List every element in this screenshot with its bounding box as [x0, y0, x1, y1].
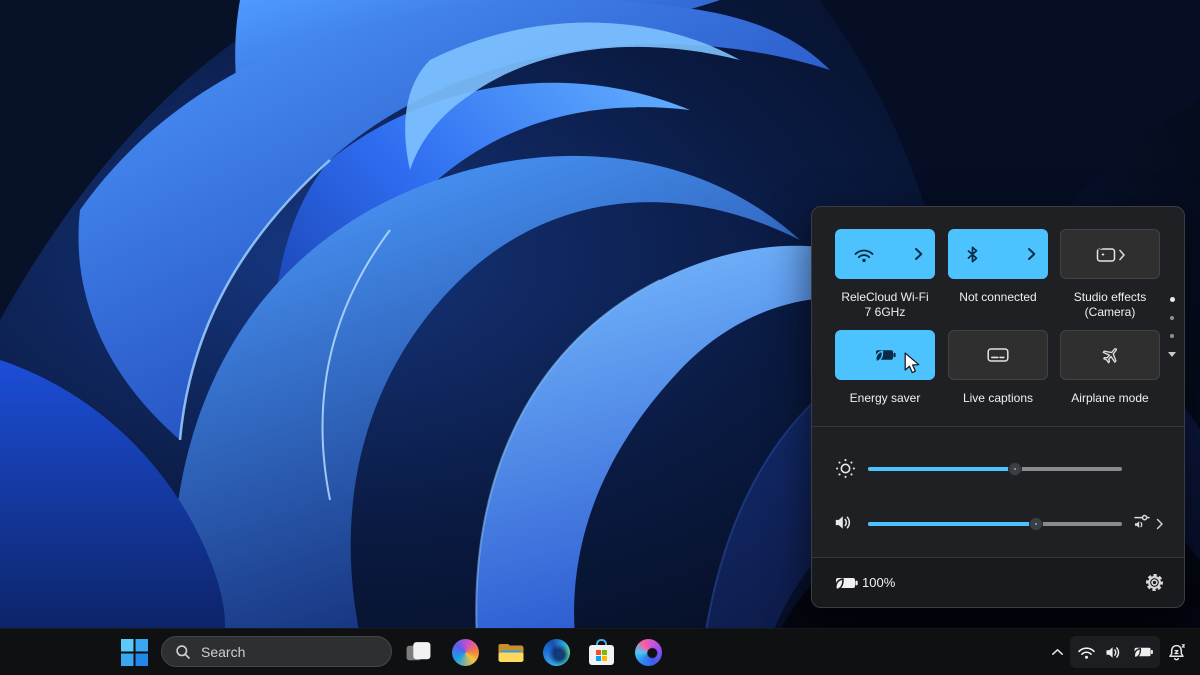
edge-button[interactable] — [542, 638, 571, 667]
page-indicator-down-arrow[interactable] — [1168, 352, 1176, 357]
quick-settings-panel: ReleCloud Wi-Fi 7 6GHz Not connected Stu… — [811, 206, 1185, 608]
studio-effects-tile[interactable] — [1060, 229, 1160, 279]
bluetooth-tile[interactable] — [948, 229, 1048, 279]
wifi-expand-chevron[interactable] — [914, 247, 923, 261]
notification-bell-button[interactable] — [1163, 640, 1189, 664]
microsoft-365-icon — [635, 639, 662, 666]
ms-logo-green — [601, 650, 607, 655]
taskbar: Search — [0, 628, 1200, 675]
bluetooth-tile-label: Not connected — [959, 290, 1037, 304]
ms-logo-yellow — [601, 655, 607, 661]
panel-divider — [812, 426, 1184, 427]
task-view-icon — [406, 642, 431, 661]
brightness-slider[interactable] — [868, 463, 1122, 475]
desktop: ReleCloud Wi-Fi 7 6GHz Not connected Stu… — [0, 0, 1200, 675]
battery-percent: 100% — [862, 575, 896, 590]
volume-icon[interactable] — [834, 514, 854, 531]
bluetooth-icon — [967, 246, 978, 262]
volume-slider-fill — [868, 522, 1036, 526]
airplane-mode-icon — [1102, 347, 1117, 363]
copilot-button[interactable] — [451, 638, 480, 667]
live-captions-icon — [987, 348, 1009, 362]
start-icon — [121, 639, 148, 666]
live-captions-tile-label: Live captions — [962, 391, 1034, 405]
search-label: Search — [201, 643, 246, 660]
sound-output-chevron[interactable] — [1155, 517, 1164, 530]
page-dot[interactable] — [1170, 316, 1174, 320]
ms-logo-blue — [596, 655, 601, 661]
start-button[interactable] — [120, 638, 149, 667]
file-explorer-button[interactable] — [496, 639, 525, 666]
tray-volume-icon — [1106, 646, 1119, 658]
settings-gear-icon[interactable] — [1145, 573, 1164, 592]
airplane-mode-tile-label: Airplane mode — [1071, 391, 1149, 405]
volume-slider-thumb[interactable] — [1029, 518, 1042, 530]
brightness-icon — [835, 458, 856, 479]
edge-icon — [543, 639, 570, 666]
tray-wifi-icon — [1077, 646, 1095, 659]
microsoft-365-button[interactable] — [634, 638, 663, 667]
brightness-slider-fill — [868, 467, 1016, 471]
copilot-icon — [452, 639, 479, 666]
task-view-button[interactable] — [404, 638, 433, 667]
studio-effects-icon — [1095, 244, 1125, 262]
search-icon — [176, 644, 190, 659]
wifi-tile-label: ReleCloud Wi-Fi 7 6GHz — [841, 290, 929, 319]
microsoft-store-button[interactable] — [587, 637, 616, 667]
volume-slider[interactable] — [868, 518, 1122, 530]
energy-saver-tile-label: Energy saver — [849, 391, 921, 405]
live-captions-tile[interactable] — [948, 330, 1048, 380]
ms-logo-red — [596, 650, 601, 655]
sound-output-icon[interactable] — [1133, 513, 1153, 531]
wifi-tile[interactable] — [835, 229, 935, 279]
dnd-bell-icon — [1168, 643, 1185, 660]
bluetooth-expand-chevron[interactable] — [1027, 247, 1036, 261]
brightness-slider-thumb[interactable] — [1009, 463, 1022, 475]
page-indicator — [1165, 297, 1179, 357]
microsoft-store-icon — [588, 638, 615, 666]
airplane-mode-tile[interactable] — [1060, 330, 1160, 380]
quick-settings-tray-button[interactable] — [1070, 636, 1160, 668]
page-dot[interactable] — [1170, 334, 1174, 338]
studio-effects-tile-label: Studio effects (Camera) — [1073, 290, 1147, 319]
battery-energy-saver-icon — [833, 575, 859, 591]
energy-saver-icon — [875, 350, 896, 363]
search-box[interactable]: Search — [161, 636, 392, 667]
hidden-icons-chevron — [1051, 649, 1063, 655]
hidden-icons-button[interactable] — [1046, 642, 1068, 662]
wifi-icon — [854, 249, 874, 262]
cursor-arrow — [904, 352, 920, 374]
page-dot-current[interactable] — [1169, 297, 1175, 302]
file-explorer-icon — [498, 643, 523, 662]
tray-battery-energy-saver-icon — [1133, 647, 1153, 659]
